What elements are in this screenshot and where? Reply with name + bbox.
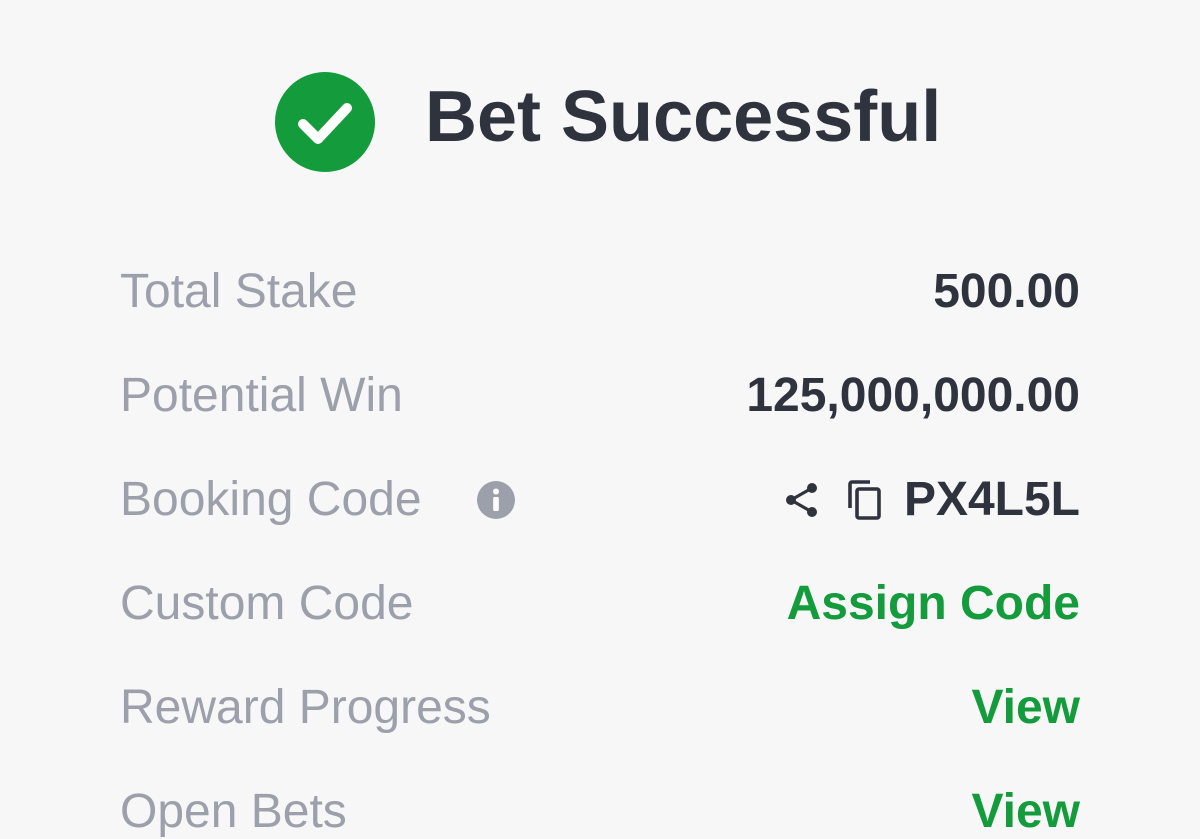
share-icon[interactable] xyxy=(780,478,824,522)
potential-win-label: Potential Win xyxy=(120,369,403,422)
total-stake-value: 500.00 xyxy=(933,265,1080,318)
potential-win-value: 125,000,000.00 xyxy=(746,369,1080,422)
reward-progress-view-link[interactable]: View xyxy=(971,673,1080,743)
open-bets-view-link[interactable]: View xyxy=(971,777,1080,839)
potential-win-row: Potential Win 125,000,000.00 xyxy=(120,361,1080,431)
copy-icon[interactable] xyxy=(842,478,886,522)
reward-progress-row: Reward Progress View xyxy=(120,673,1080,743)
booking-code-label: Booking Code xyxy=(120,473,422,526)
total-stake-row: Total Stake 500.00 xyxy=(120,257,1080,327)
booking-code-group: PX4L5L xyxy=(780,465,1080,535)
bet-success-header: Bet Successful xyxy=(0,0,1200,230)
reward-progress-label: Reward Progress xyxy=(120,681,491,734)
booking-code-value: PX4L5L xyxy=(903,473,1080,526)
open-bets-row: Open Bets View xyxy=(120,777,1080,839)
assign-code-link[interactable]: Assign Code xyxy=(787,569,1080,639)
check-circle-icon xyxy=(275,72,375,172)
custom-code-label: Custom Code xyxy=(120,577,414,630)
total-stake-label: Total Stake xyxy=(120,265,358,318)
info-icon[interactable] xyxy=(476,480,516,520)
page-title: Bet Successful xyxy=(425,77,942,157)
booking-code-row: Booking Code PX4L5L xyxy=(120,465,1080,535)
custom-code-row: Custom Code Assign Code xyxy=(120,569,1080,639)
open-bets-label: Open Bets xyxy=(120,785,347,838)
